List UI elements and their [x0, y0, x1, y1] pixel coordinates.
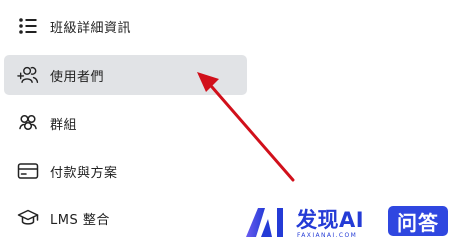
menu-item-groups[interactable]: 群組	[4, 103, 247, 143]
watermark-logo-icon	[246, 208, 283, 237]
menu-item-label: 群組	[50, 117, 78, 133]
watermark: 发现AI FAXIANAI.COM 问答	[244, 203, 454, 243]
menu-item-label: 使用者們	[50, 69, 105, 85]
list-bullets-icon	[17, 15, 39, 37]
watermark-brand: 发现AI	[296, 208, 365, 232]
menu-item-label: LMS 整合	[50, 212, 110, 228]
menu-item-label: 付款與方案	[50, 165, 118, 181]
menu-item-lms-integration[interactable]: LMS 整合	[4, 198, 247, 238]
menu-item-class-details[interactable]: 班級詳細資訊	[4, 6, 247, 46]
menu-item-label: 班級詳細資訊	[50, 20, 132, 36]
graduation-cap-icon	[17, 207, 39, 229]
add-users-icon	[17, 64, 39, 86]
watermark-badge: 问答	[388, 206, 448, 236]
sidebar-menu: 班級詳細資訊 使用者們 群組 付款與方案 LMS 整合	[0, 0, 260, 248]
menu-item-users[interactable]: 使用者們	[4, 55, 247, 95]
watermark-domain: FAXIANAI.COM	[297, 232, 358, 239]
menu-item-payments-plans[interactable]: 付款與方案	[4, 151, 247, 191]
credit-card-icon	[17, 160, 39, 182]
group-icon	[17, 112, 39, 134]
